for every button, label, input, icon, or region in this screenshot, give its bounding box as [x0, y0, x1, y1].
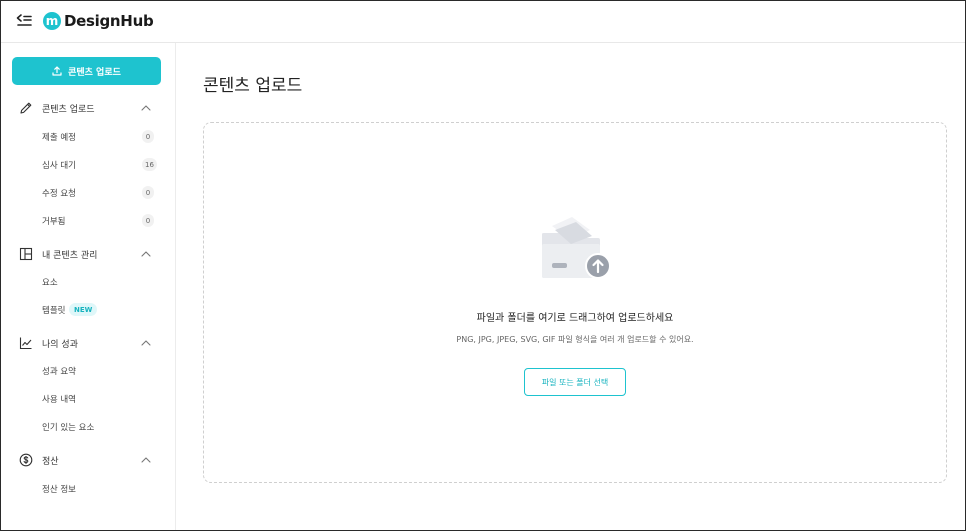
nav-item-label: 템플릿: [42, 306, 66, 316]
sidebar-item-awaiting-review[interactable]: 심사 대기 16: [1, 155, 175, 175]
nav-item-label: 인기 있는 요소: [42, 423, 95, 433]
count-badge: 0: [142, 214, 154, 227]
count-badge: 16: [142, 158, 157, 171]
upload-content-button[interactable]: 콘텐츠 업로드: [12, 57, 161, 85]
sidebar-section-my-content[interactable]: 내 콘텐츠 관리: [1, 244, 175, 264]
dollar-circle-icon: [19, 453, 33, 467]
sidebar-item-revision-requested[interactable]: 수정 요청 0: [1, 183, 175, 203]
nav-item-label: 정산 정보: [42, 485, 76, 495]
logo[interactable]: m DesignHub: [43, 12, 154, 30]
dropzone-title: 파일과 폴더를 여기로 드래그하여 업로드하세요: [476, 313, 674, 324]
nav-item-label: 제출 예정: [42, 133, 76, 143]
logo-mark-icon: m: [43, 12, 61, 30]
nav-item-label: 수정 요청: [42, 189, 76, 199]
select-file-or-folder-button[interactable]: 파일 또는 폴더 선택: [524, 368, 626, 396]
nav-item-label: 거부됨: [42, 217, 66, 227]
sidebar-item-popular-elements[interactable]: 인기 있는 요소: [1, 417, 175, 437]
sidebar-item-settlement-info[interactable]: 정산 정보: [1, 479, 175, 499]
chevron-up-icon[interactable]: [141, 250, 151, 258]
sidebar-item-usage-history[interactable]: 사용 내역: [1, 389, 175, 409]
upload-icon: [52, 66, 62, 76]
chart-line-icon: [19, 337, 32, 350]
sidebar-section-settlement[interactable]: 정산: [1, 450, 175, 470]
section-label: 정산: [42, 457, 59, 467]
sidebar-section-performance[interactable]: 나의 성과: [1, 333, 175, 353]
app-window: m DesignHub 콘텐츠 업로드 콘텐츠 업로드 제출 예정 0 심사 대…: [0, 0, 966, 531]
count-badge: 0: [142, 186, 154, 199]
page-title: 콘텐츠 업로드: [203, 76, 303, 96]
count-badge: 0: [142, 130, 154, 143]
sidebar-item-performance-summary[interactable]: 성과 요약: [1, 361, 175, 381]
dropzone-subtitle: PNG, JPG, JPEG, SVG, GIF 파일 형식을 여러 개 업로드…: [456, 335, 694, 344]
nav-item-label: 성과 요약: [42, 367, 76, 377]
chevron-up-icon[interactable]: [141, 339, 151, 347]
nav-item-label: 사용 내역: [42, 395, 76, 405]
logo-text: DesignHub: [64, 12, 154, 30]
sidebar-section-content-upload[interactable]: 콘텐츠 업로드: [1, 98, 175, 118]
sidebar: 콘텐츠 업로드 콘텐츠 업로드 제출 예정 0 심사 대기 16 수정 요청 0: [1, 43, 176, 530]
section-label: 나의 성과: [42, 340, 78, 350]
section-label: 콘텐츠 업로드: [42, 105, 95, 115]
pencil-icon: [20, 102, 32, 114]
collapse-menu-icon[interactable]: [16, 13, 34, 29]
nav-item-label: 요소: [42, 278, 58, 288]
sidebar-item-pending-submit[interactable]: 제출 예정 0: [1, 127, 175, 147]
sidebar-item-templates[interactable]: 템플릿 NEW: [1, 300, 175, 320]
chevron-up-icon[interactable]: [141, 456, 151, 464]
sidebar-item-rejected[interactable]: 거부됨 0: [1, 211, 175, 231]
folder-upload-icon: [542, 217, 611, 279]
chevron-up-icon[interactable]: [141, 104, 151, 112]
section-label: 내 콘텐츠 관리: [42, 251, 98, 261]
top-header: m DesignHub: [1, 1, 965, 43]
sidebar-item-elements[interactable]: 요소: [1, 272, 175, 292]
file-dropzone[interactable]: 파일과 폴더를 여기로 드래그하여 업로드하세요 PNG, JPG, JPEG,…: [203, 122, 947, 483]
nav-item-label: 심사 대기: [42, 161, 76, 171]
grid-icon: [19, 247, 33, 261]
upload-button-label: 콘텐츠 업로드: [68, 67, 121, 78]
new-badge: NEW: [69, 303, 98, 316]
